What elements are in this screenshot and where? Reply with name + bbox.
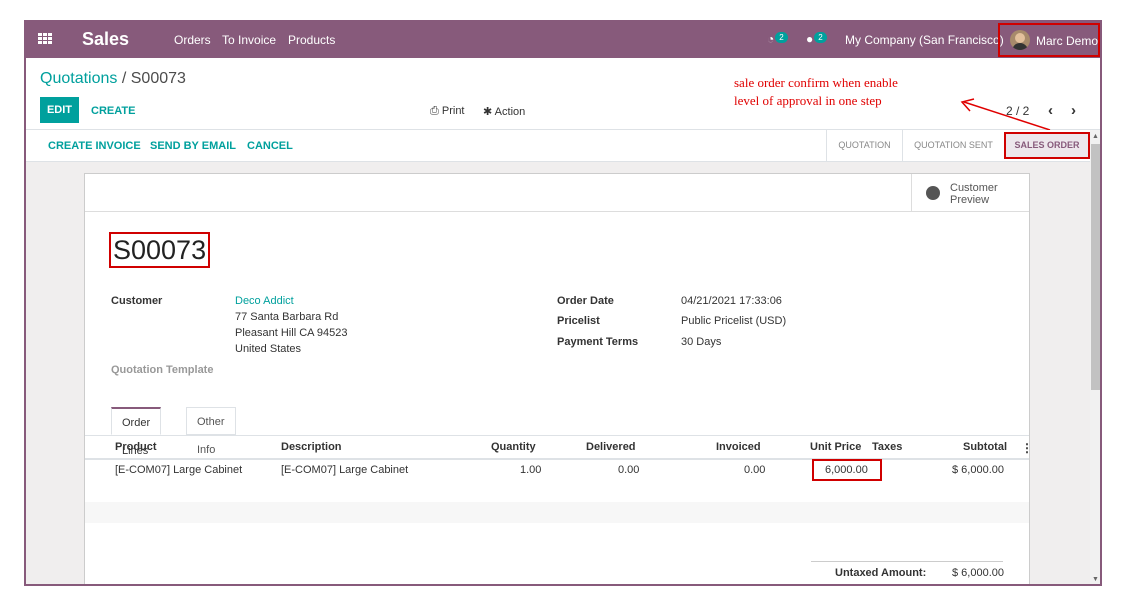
pager-value[interactable]: 2 / 2: [1006, 104, 1029, 118]
tab-divider: [85, 435, 1029, 436]
order-date-value: 04/21/2021 17:33:06: [681, 295, 782, 307]
column-subtotal[interactable]: Subtotal: [963, 441, 1007, 453]
empty-row: [85, 481, 1029, 502]
customer-preview-line-2: Preview: [950, 194, 990, 206]
address-line-2: Pleasant Hill CA 94523: [235, 327, 348, 339]
gear-icon: ✱: [483, 106, 493, 118]
stage-quotation[interactable]: QUOTATION: [826, 130, 902, 161]
app-window: Sales Orders To Invoice Products ◔ 2 ● 2 M…: [24, 20, 1102, 586]
company-switcher[interactable]: My Company (San Francisco): [845, 33, 1004, 47]
tab-order-lines[interactable]: Order Lines: [111, 407, 162, 457]
breadcrumb: Quotations / S00073: [40, 70, 186, 88]
top-navbar: Sales Orders To Invoice Products ◔ 2 ● 2 M…: [26, 22, 1100, 58]
breadcrumb-separator: /: [121, 70, 127, 87]
tab-other-info[interactable]: Other Info: [186, 407, 236, 456]
print-menu[interactable]: ⎙ Print: [430, 105, 465, 118]
messaging-menu[interactable]: ● 2: [806, 32, 827, 46]
column-product[interactable]: Product: [115, 441, 157, 453]
avatar: [1010, 30, 1030, 50]
address-line-1: 77 Santa Barbara Rd: [235, 311, 339, 323]
cancel-button[interactable]: CANCEL: [247, 140, 293, 152]
activity-menu[interactable]: ◔ 2: [767, 32, 788, 46]
order-date-label: Order Date: [557, 295, 614, 307]
table-row[interactable]: [E-COM07] Large Cabinet [E-COM07] Large …: [85, 460, 1029, 481]
annotation-arrow-icon: [960, 98, 1051, 131]
scrollbar[interactable]: ▲ ▼: [1090, 130, 1100, 584]
payment-terms-value: 30 Days: [681, 336, 722, 348]
column-description[interactable]: Description: [281, 441, 342, 453]
user-name: Marc Demo: [1036, 34, 1099, 48]
annotation-line-2: level of approval in one step: [734, 93, 882, 108]
order-name: S00073: [109, 232, 211, 268]
column-delivered[interactable]: Delivered: [586, 441, 636, 453]
untaxed-amount-value: $ 6,000.00: [952, 567, 1004, 579]
customer-preview-label: Customer Preview: [950, 182, 998, 206]
empty-row: [85, 502, 1029, 523]
cell-invoiced: 0.00: [744, 464, 766, 476]
print-label: Print: [441, 105, 465, 117]
action-label: Action: [494, 106, 526, 118]
customer-preview-button[interactable]: Customer Preview: [911, 174, 1029, 212]
control-panel: Quotations / S00073 EDIT CREATE ⎙ Print …: [26, 58, 1100, 131]
menu-products[interactable]: Products: [288, 33, 335, 47]
pricelist-label: Pricelist: [557, 315, 600, 327]
clock-icon: ◔: [767, 32, 775, 46]
optional-columns-icon[interactable]: ⋮: [1021, 441, 1033, 455]
breadcrumb-quotations[interactable]: Quotations: [40, 70, 117, 87]
create-button[interactable]: CREATE: [91, 105, 135, 117]
stage-quotation-sent[interactable]: QUOTATION SENT: [902, 130, 1004, 161]
edit-button[interactable]: EDIT: [40, 97, 79, 123]
cell-quantity: 1.00: [520, 464, 542, 476]
app-title[interactable]: Sales: [82, 29, 129, 50]
scrollbar-thumb[interactable]: [1091, 144, 1100, 390]
scroll-up-icon[interactable]: ▲: [1092, 133, 1099, 140]
form-sheet: Customer Preview S00073 Customer Deco Ad…: [84, 173, 1033, 584]
cell-description: [E-COM07] Large Cabinet: [281, 464, 409, 476]
pricelist-value: Public Pricelist (USD): [681, 315, 787, 327]
user-menu[interactable]: Marc Demo: [998, 23, 1100, 57]
annotation-line-1: sale order confirm when enable: [734, 75, 898, 90]
payment-terms-label: Payment Terms: [557, 336, 639, 348]
totals-divider: [811, 561, 1003, 562]
cell-subtotal: $ 6,000.00: [952, 464, 1004, 476]
apps-menu-icon[interactable]: [38, 33, 52, 45]
action-menu[interactable]: ✱ Action: [483, 105, 525, 118]
customer-link[interactable]: Deco Addict: [235, 295, 294, 307]
address-line-3: United States: [235, 343, 302, 355]
annotation-note: sale order confirm when enable level of …: [734, 74, 898, 110]
print-icon: ⎙: [430, 105, 439, 117]
pager-next-icon[interactable]: ›: [1071, 102, 1076, 119]
cell-delivered: 0.00: [618, 464, 640, 476]
sheet-button-box: Customer Preview: [85, 174, 1029, 212]
column-quantity[interactable]: Quantity: [491, 441, 536, 453]
unit-price-highlight: [812, 459, 882, 481]
empty-row: [85, 523, 1029, 544]
activity-badge: 2: [775, 32, 788, 43]
chat-icon: ●: [806, 32, 814, 46]
pager-previous-icon[interactable]: ‹: [1048, 102, 1053, 119]
breadcrumb-current: S00073: [130, 70, 186, 87]
untaxed-amount-label: Untaxed Amount:: [835, 567, 927, 579]
customer-preview-line-1: Customer: [950, 182, 998, 194]
scroll-down-icon[interactable]: ▼: [1092, 576, 1099, 583]
column-taxes[interactable]: Taxes: [872, 441, 902, 453]
stage-sales-order[interactable]: SALES ORDER: [1004, 132, 1090, 159]
create-invoice-button[interactable]: CREATE INVOICE: [48, 140, 141, 152]
quotation-template-label: Quotation Template: [111, 364, 214, 376]
globe-icon: [926, 186, 940, 200]
menu-orders[interactable]: Orders: [174, 33, 211, 47]
column-unit-price[interactable]: Unit Price: [810, 441, 861, 453]
cell-product: [E-COM07] Large Cabinet: [115, 464, 243, 476]
status-bar: CREATE INVOICE SEND BY EMAIL CANCEL QUOT…: [26, 130, 1100, 162]
menu-to-invoice[interactable]: To Invoice: [222, 33, 276, 47]
customer-label: Customer: [111, 295, 163, 307]
message-badge: 2: [814, 32, 827, 43]
send-by-email-button[interactable]: SEND BY EMAIL: [150, 140, 236, 152]
column-invoiced[interactable]: Invoiced: [716, 441, 761, 453]
